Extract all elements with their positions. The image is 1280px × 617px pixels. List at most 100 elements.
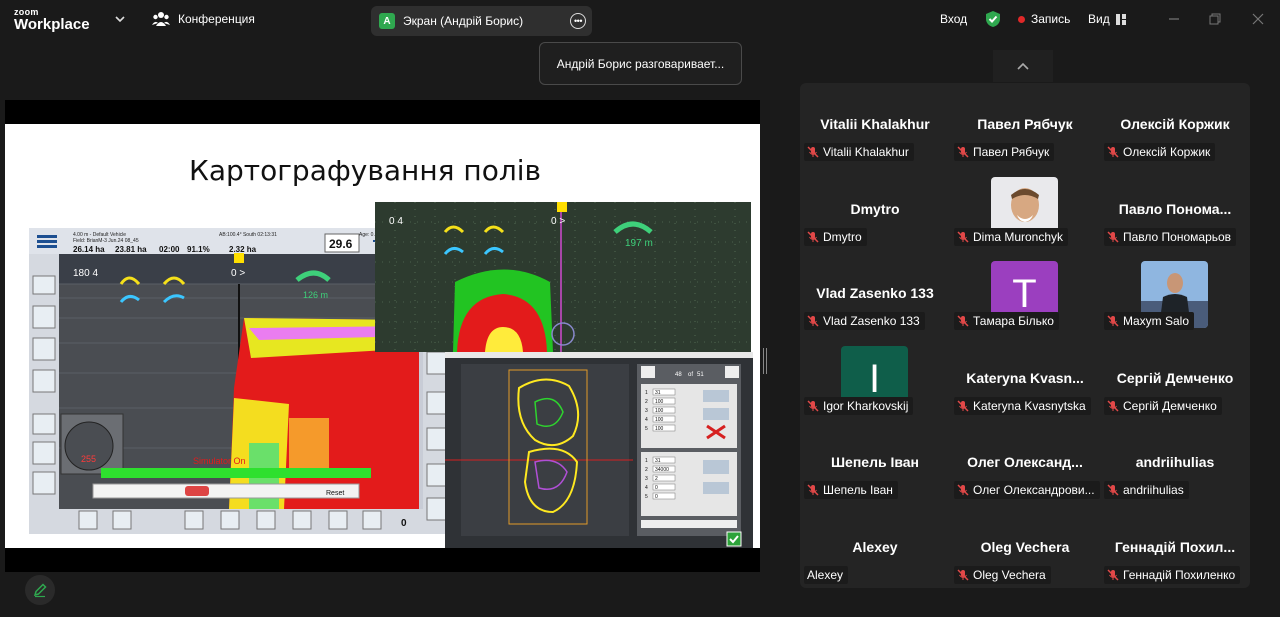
participant-display-name: andriihulias xyxy=(1135,454,1215,470)
pencil-icon xyxy=(33,583,47,598)
presenter-avatar: A xyxy=(379,13,395,29)
slide-title: Картографування полів xyxy=(188,154,542,187)
view-button[interactable]: Вид xyxy=(1088,12,1126,26)
meeting-label: Конференция xyxy=(178,12,255,26)
participant-tile[interactable]: Павло Понома... Павло Пономарьов xyxy=(1100,168,1250,252)
mic-muted-icon xyxy=(957,146,969,158)
signin-label: Вход xyxy=(940,12,968,26)
participant-display-name: Павло Понома... xyxy=(1118,200,1232,217)
minimize-icon[interactable] xyxy=(1167,12,1181,26)
participant-tile[interactable]: Шепель Іван Шепель Іван xyxy=(800,421,950,505)
screen-share-indicator[interactable]: A Экран (Андрій Борис) ••• xyxy=(371,6,592,36)
participant-tile[interactable]: Kateryna Kvasn... Kateryna Kvasnytska xyxy=(950,337,1100,421)
boundary-dialog-view: 48 of 51 1 31 2 100 3 100 4 100 5 100 1 31 2 34000 3 2… xyxy=(445,352,753,548)
mic-muted-icon xyxy=(957,230,969,243)
row-id-text: 4 xyxy=(645,485,648,491)
page-of-text: of xyxy=(688,372,693,378)
participant-display-name: Oleg Vechera xyxy=(980,538,1070,555)
participant-name-text: andriihulias xyxy=(1123,483,1184,497)
participant-name-label: Dima Muronchyk xyxy=(954,227,1069,246)
participant-tile[interactable]: Павел Рябчук Павел Рябчук xyxy=(950,83,1100,167)
chevron-down-icon[interactable] xyxy=(113,12,127,26)
row-value-text: 100 xyxy=(655,408,664,414)
participant-tile[interactable]: Олексій Коржик Олексій Коржик xyxy=(1100,83,1250,167)
offset-b-text: 0 > xyxy=(231,268,245,279)
participant-name-text: Vitalii Khalakhur xyxy=(823,145,909,159)
participant-name-label: Dmytro xyxy=(804,227,867,246)
participant-name-text: Тамара Білько xyxy=(973,314,1054,328)
participant-tile[interactable]: Геннадій Похил... Геннадій Похиленко xyxy=(1100,506,1250,589)
participant-display-name: Сергій Демченко xyxy=(1116,369,1234,386)
mic-muted-icon xyxy=(957,484,969,496)
row-value-text: 100 xyxy=(655,417,664,423)
close-icon[interactable] xyxy=(1251,12,1265,26)
speaking-tooltip: Андрій Борис разговаривает... xyxy=(539,42,742,85)
offset-a-text: 180 4 xyxy=(73,268,98,279)
ab-heading-text: AB:100.4° South 02:13:31 xyxy=(219,232,277,238)
mic-muted-icon xyxy=(1107,568,1119,581)
participant-tile[interactable]: Vlad Zasenko 133 Vlad Zasenko 133 xyxy=(800,252,950,336)
participant-name-label: andriihulias xyxy=(1104,481,1189,499)
zoom-logo: zoom Workplace xyxy=(14,8,90,33)
page-number-text: 48 xyxy=(675,372,682,378)
record-button[interactable]: Запись xyxy=(1018,12,1070,26)
participant-name-label: Олег Олександрови... xyxy=(954,481,1100,499)
gauge-value-text: 255 xyxy=(81,454,96,464)
participant-name-label: Павел Рябчук xyxy=(954,143,1055,161)
participant-display-name: Геннадій Похил... xyxy=(1114,538,1236,555)
map-uturn-text: 197 m xyxy=(625,238,653,249)
participant-tile[interactable]: Alexey Alexey xyxy=(800,506,950,589)
record-dot-icon xyxy=(1018,15,1025,23)
mic-muted-icon xyxy=(1107,484,1119,496)
participant-name-text: Alexey xyxy=(807,567,844,582)
row-id-text: 2 xyxy=(645,467,648,473)
participant-display-name: Павел Рябчук xyxy=(977,116,1073,132)
participant-name-label: Oleg Vechera xyxy=(954,565,1051,584)
participant-name-text: Dima Muronchyk xyxy=(973,229,1064,244)
participant-tile[interactable]: Олег Олександ... Олег Олександрови... xyxy=(950,421,1100,505)
restore-icon[interactable] xyxy=(1208,12,1222,26)
participant-tile[interactable]: andriihulias andriihulias xyxy=(1100,421,1250,505)
participant-name-text: Олег Олександрови... xyxy=(973,483,1095,497)
participant-display-name: Kateryna Kvasn... xyxy=(966,369,1084,386)
participant-tile[interactable]: Dmytro Dmytro xyxy=(800,168,950,252)
row-id-text: 5 xyxy=(645,426,648,432)
annotate-button[interactable] xyxy=(25,575,55,605)
participants-icon xyxy=(152,12,170,26)
more-options-icon[interactable]: ••• xyxy=(570,13,586,29)
signin-button[interactable]: Вход xyxy=(940,12,967,26)
shield-check-icon[interactable] xyxy=(985,10,1001,28)
participant-name-text: Dmytro xyxy=(823,229,862,244)
collapse-gallery-button[interactable] xyxy=(993,50,1053,82)
page-total-text: 51 xyxy=(697,372,704,378)
participant-name-text: Шепель Іван xyxy=(823,483,893,497)
resize-handle[interactable] xyxy=(763,348,767,374)
meeting-info-button[interactable]: Конференция xyxy=(152,11,255,27)
reset-button-text: Reset xyxy=(326,490,344,497)
participant-name-text: Kateryna Kvasnytska xyxy=(973,398,1086,413)
mic-muted-icon xyxy=(807,230,819,243)
participant-tile[interactable]: Oleg Vechera Oleg Vechera xyxy=(950,506,1100,589)
participant-tile[interactable]: Maxym Salo xyxy=(1100,252,1250,336)
participant-display-name: Alexey xyxy=(852,538,898,555)
simulator-status-text: Simulator On xyxy=(193,456,246,466)
row-id-text: 1 xyxy=(645,458,648,464)
participant-name-text: Олексій Коржик xyxy=(1123,145,1211,159)
row-value-text: 0 xyxy=(655,485,658,491)
row-id-text: 5 xyxy=(645,494,648,500)
row-id-text: 4 xyxy=(645,417,648,423)
participant-name-label: Геннадій Похиленко xyxy=(1104,565,1241,584)
screen-share-label: Экран (Андрій Борис) xyxy=(403,14,524,28)
participant-name-label: Kateryna Kvasnytska xyxy=(954,396,1091,415)
area2-text: 23.81 ha xyxy=(115,245,147,254)
participant-tile[interactable]: Сергій Демченко Сергій Демченко xyxy=(1100,337,1250,421)
participant-tile[interactable]: Vitalii Khalakhur Vitalii Khalakhur xyxy=(800,83,950,167)
shared-screen[interactable]: Картографування полів 4.00 m - Default V… xyxy=(5,100,760,572)
mic-muted-icon xyxy=(1107,315,1119,327)
mic-muted-icon xyxy=(807,484,819,496)
field-text: Field: BrianM-3 Jun.24 08_45 xyxy=(73,238,139,244)
mic-muted-icon xyxy=(807,315,819,327)
participant-tile[interactable]: T Тамара Білько xyxy=(950,252,1100,336)
participant-tile[interactable]: I Igor Kharkovskij xyxy=(800,337,950,421)
participant-tile[interactable]: Dima Muronchyk xyxy=(950,168,1100,252)
